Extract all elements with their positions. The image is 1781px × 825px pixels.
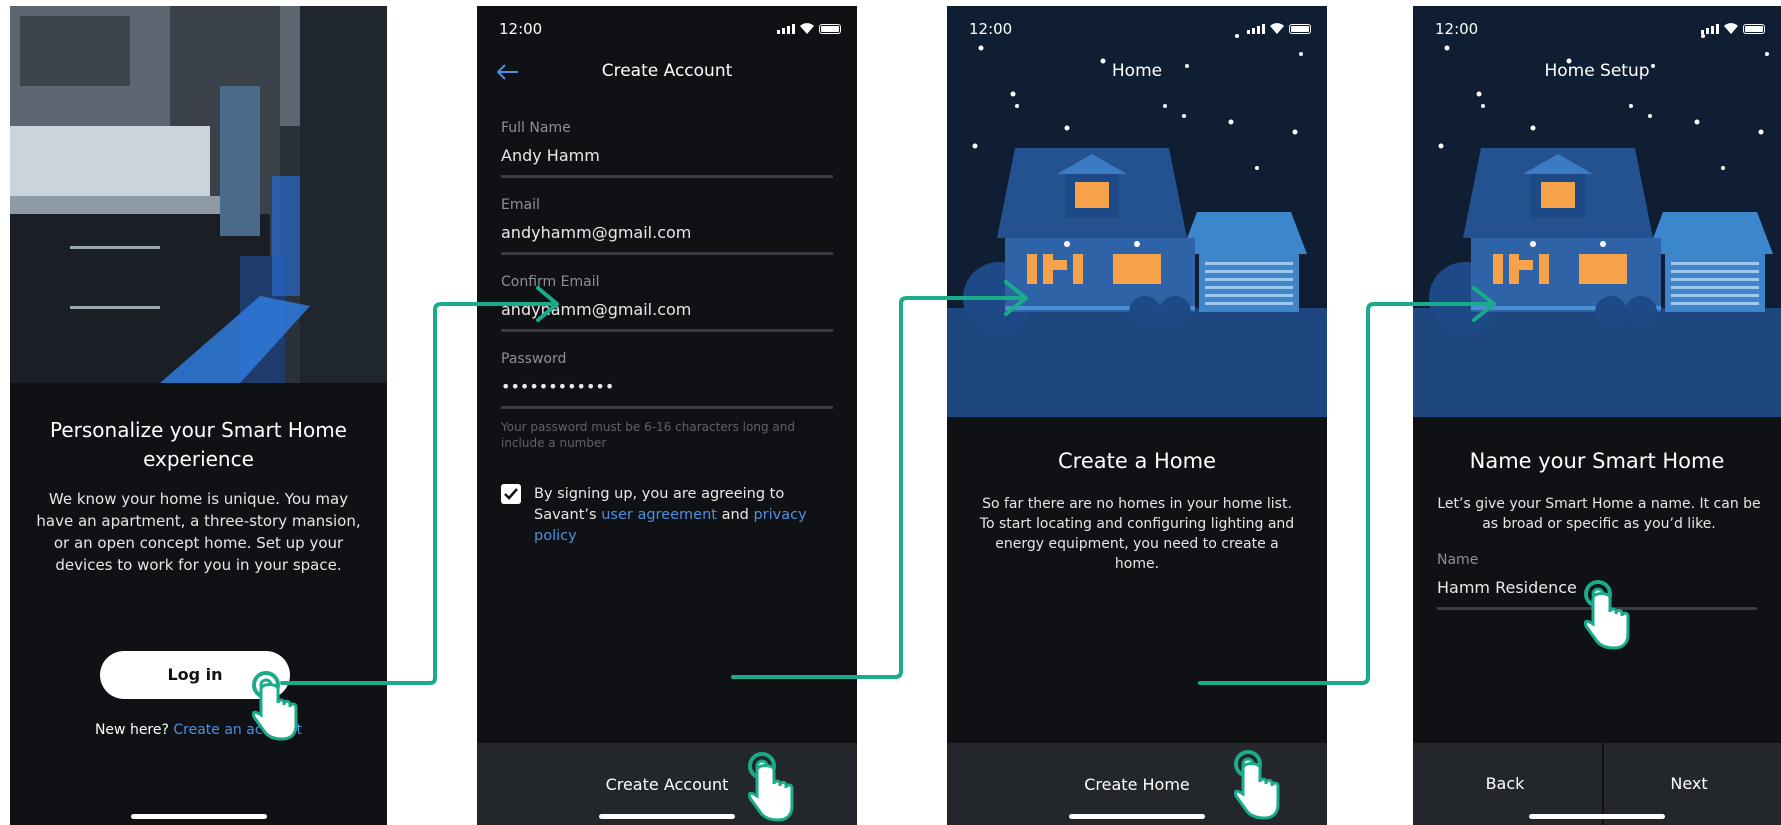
wifi-icon [1724,23,1738,34]
status-icons [1701,23,1765,34]
home-indicator [130,814,267,819]
agreement-row: By signing up, you are agreeing to Savan… [501,484,837,547]
create-account-screen: 12:00 Create Account Full Name Andy Hamm… [477,6,857,825]
confirm-email-value[interactable]: andyhamm@gmail.com [501,300,833,319]
password-hint: Your password must be 6-16 characters lo… [501,420,795,450]
welcome-title: Personalize your Smart Home experience [50,418,347,471]
login-button[interactable]: Log in [100,651,290,699]
full-name-value[interactable]: Andy Hamm [501,146,833,165]
email-label: Email [501,197,540,213]
status-icons [1247,23,1311,34]
create-account-button-label: Create Account [605,775,729,794]
page-title: Home Setup [1544,61,1650,81]
wifi-icon [800,23,814,34]
new-here-label: New here? [94,722,169,738]
confirm-email-label: Confirm Email [501,274,600,290]
signal-icon [777,24,795,34]
status-bar: 12:00 [477,20,857,38]
back-button[interactable]: Back [1413,743,1597,825]
status-time: 12:00 [499,20,543,38]
password-label: Password [501,351,567,367]
new-here-row: New here? Create an account [10,722,387,738]
create-home-screen: 12:00 Home Create a Home So far there ar… [947,6,1327,825]
wifi-icon [1270,23,1284,34]
create-home-button[interactable]: Create Home [947,743,1327,825]
home-name-label: Name [1437,552,1479,568]
email-underline [501,252,833,255]
email-field[interactable]: Email andyhamm@gmail.com [501,197,833,255]
full-name-label: Full Name [501,120,571,136]
agreement-and: and [721,507,749,523]
create-home-heading: Create a Home [1057,449,1216,473]
home-name-underline [1437,607,1757,610]
home-setup-screen: 12:00 Home Setup Name your Smart Home Le… [1413,6,1781,825]
create-home-button-label: Create Home [1084,775,1190,794]
signal-icon [1701,24,1719,34]
home-indicator [1069,814,1205,819]
status-bar: 12:00 [947,20,1327,38]
create-home-body: So far there are no homes in your home l… [979,496,1295,572]
agreement-text: By signing up, you are agreeing to Savan… [534,484,837,547]
status-time: 12:00 [1435,20,1479,38]
page-title: Create Account [601,61,733,81]
welcome-screen: Personalize your Smart Home experience W… [10,6,387,825]
kitchen-photo [10,6,387,383]
home-name-field[interactable]: Name Hamm Residence [1437,552,1757,610]
status-icons [777,23,841,34]
create-account-button[interactable]: Create Account [477,743,857,825]
password-underline [501,406,833,409]
full-name-field[interactable]: Full Name Andy Hamm [501,120,833,178]
email-value[interactable]: andyhamm@gmail.com [501,223,833,242]
page-title: Home [1111,61,1163,81]
name-home-body: Let’s give your Smart Home a name. It ca… [1437,496,1761,532]
password-value[interactable]: •••••••••••• [501,377,833,396]
checkbox-checked-icon[interactable] [501,484,521,504]
battery-icon [819,24,841,34]
welcome-body: We know your home is unique. You may hav… [36,490,361,574]
password-field[interactable]: Password •••••••••••• [501,351,833,409]
name-home-heading: Name your Smart Home [1469,449,1725,473]
full-name-underline [501,175,833,178]
home-indicator [1529,814,1665,819]
battery-icon [1289,24,1311,34]
battery-icon [1743,24,1765,34]
create-account-link[interactable]: Create an account [173,722,302,738]
user-agreement-link[interactable]: user agreement [601,507,717,523]
setup-actions: Back Next [1413,743,1781,825]
next-button[interactable]: Next [1597,743,1781,825]
status-bar: 12:00 [1413,20,1781,38]
confirm-email-field[interactable]: Confirm Email andyhamm@gmail.com [501,274,833,332]
home-name-value[interactable]: Hamm Residence [1437,578,1757,597]
home-indicator [599,814,735,819]
signal-icon [1247,24,1265,34]
status-time: 12:00 [969,20,1013,38]
confirm-email-underline [501,329,833,332]
